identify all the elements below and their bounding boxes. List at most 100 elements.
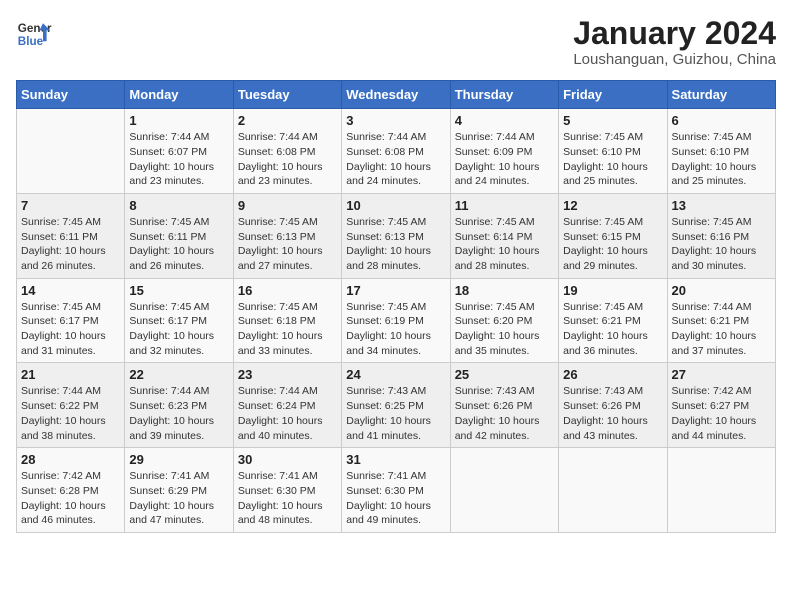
day-info: Sunrise: 7:45 AMSunset: 6:20 PMDaylight:…	[455, 300, 554, 359]
sunset-text: Sunset: 6:21 PM	[672, 314, 771, 329]
day-number: 5	[563, 113, 662, 128]
day-info: Sunrise: 7:41 AMSunset: 6:29 PMDaylight:…	[129, 469, 228, 528]
day-info: Sunrise: 7:44 AMSunset: 6:08 PMDaylight:…	[346, 130, 445, 189]
weekday-header-row: SundayMondayTuesdayWednesdayThursdayFrid…	[17, 81, 776, 109]
calendar-cell: 31Sunrise: 7:41 AMSunset: 6:30 PMDayligh…	[342, 448, 450, 533]
calendar-cell: 19Sunrise: 7:45 AMSunset: 6:21 PMDayligh…	[559, 278, 667, 363]
sunrise-text: Sunrise: 7:44 AM	[129, 384, 228, 399]
day-number: 20	[672, 283, 771, 298]
day-info: Sunrise: 7:45 AMSunset: 6:10 PMDaylight:…	[672, 130, 771, 189]
sunset-text: Sunset: 6:29 PM	[129, 484, 228, 499]
sunset-text: Sunset: 6:25 PM	[346, 399, 445, 414]
sunrise-text: Sunrise: 7:45 AM	[129, 215, 228, 230]
sunset-text: Sunset: 6:18 PM	[238, 314, 337, 329]
daylight-text: Daylight: 10 hours and 29 minutes.	[563, 244, 662, 273]
sunrise-text: Sunrise: 7:45 AM	[563, 130, 662, 145]
logo: General Blue	[16, 16, 52, 52]
daylight-text: Daylight: 10 hours and 25 minutes.	[563, 160, 662, 189]
sunset-text: Sunset: 6:08 PM	[238, 145, 337, 160]
calendar-cell: 11Sunrise: 7:45 AMSunset: 6:14 PMDayligh…	[450, 193, 558, 278]
calendar-cell	[667, 448, 775, 533]
day-number: 19	[563, 283, 662, 298]
sunrise-text: Sunrise: 7:45 AM	[563, 300, 662, 315]
day-info: Sunrise: 7:45 AMSunset: 6:19 PMDaylight:…	[346, 300, 445, 359]
day-number: 22	[129, 367, 228, 382]
weekday-header-wednesday: Wednesday	[342, 81, 450, 109]
weekday-header-friday: Friday	[559, 81, 667, 109]
sunset-text: Sunset: 6:16 PM	[672, 230, 771, 245]
sunset-text: Sunset: 6:19 PM	[346, 314, 445, 329]
day-info: Sunrise: 7:44 AMSunset: 6:07 PMDaylight:…	[129, 130, 228, 189]
sunset-text: Sunset: 6:26 PM	[563, 399, 662, 414]
week-row-1: 7 Sunrise: 7:45 AMSunset: 6:11 PMDaylight…	[17, 193, 776, 278]
sunrise-text: Sunrise: 7:45 AM	[21, 215, 120, 230]
day-number: 28	[21, 452, 120, 467]
sunrise-text: Sunrise: 7:45 AM	[238, 300, 337, 315]
sunrise-text: Sunrise: 7:42 AM	[21, 469, 120, 484]
sunset-text: Sunset: 6:14 PM	[455, 230, 554, 245]
sunset-text: Sunset: 6:22 PM	[21, 399, 120, 414]
calendar-cell: 4Sunrise: 7:44 AMSunset: 6:09 PMDaylight…	[450, 109, 558, 194]
day-number: 3	[346, 113, 445, 128]
sunrise-text: Sunrise: 7:41 AM	[238, 469, 337, 484]
calendar-cell: 18Sunrise: 7:45 AMSunset: 6:20 PMDayligh…	[450, 278, 558, 363]
day-number: 27	[672, 367, 771, 382]
svg-text:Blue: Blue	[18, 35, 44, 48]
calendar-cell: 25Sunrise: 7:43 AMSunset: 6:26 PMDayligh…	[450, 363, 558, 448]
sunrise-text: Sunrise: 7:45 AM	[238, 215, 337, 230]
daylight-text: Daylight: 10 hours and 30 minutes.	[672, 244, 771, 273]
daylight-text: Daylight: 10 hours and 34 minutes.	[346, 329, 445, 358]
daylight-text: Daylight: 10 hours and 24 minutes.	[455, 160, 554, 189]
subtitle: Loushanguan, Guizhou, China	[573, 51, 776, 68]
weekday-header-monday: Monday	[125, 81, 233, 109]
weekday-header-thursday: Thursday	[450, 81, 558, 109]
day-info: Sunrise: 7:45 AMSunset: 6:11 PMDaylight:…	[21, 215, 120, 274]
daylight-text: Daylight: 10 hours and 25 minutes.	[672, 160, 771, 189]
day-number: 24	[346, 367, 445, 382]
calendar-cell: 7 Sunrise: 7:45 AMSunset: 6:11 PMDaylight…	[17, 193, 125, 278]
day-info: Sunrise: 7:42 AMSunset: 6:27 PMDaylight:…	[672, 384, 771, 443]
calendar-cell: 13 Sunrise: 7:45 AMSunset: 6:16 PMDayligh…	[667, 193, 775, 278]
day-number: 11	[455, 198, 554, 213]
day-info: Sunrise: 7:44 AMSunset: 6:09 PMDaylight:…	[455, 130, 554, 189]
calendar-cell: 3 Sunrise: 7:44 AMSunset: 6:08 PMDaylight…	[342, 109, 450, 194]
calendar-cell	[559, 448, 667, 533]
sunrise-text: Sunrise: 7:43 AM	[563, 384, 662, 399]
calendar-cell: 14Sunrise: 7:45 AMSunset: 6:17 PMDayligh…	[17, 278, 125, 363]
daylight-text: Daylight: 10 hours and 26 minutes.	[129, 244, 228, 273]
sunset-text: Sunset: 6:10 PM	[672, 145, 771, 160]
day-number: 25	[455, 367, 554, 382]
day-info: Sunrise: 7:41 AMSunset: 6:30 PMDaylight:…	[238, 469, 337, 528]
daylight-text: Daylight: 10 hours and 23 minutes.	[129, 160, 228, 189]
sunrise-text: Sunrise: 7:45 AM	[346, 215, 445, 230]
day-number: 7	[21, 198, 120, 213]
week-row-0: 1Sunrise: 7:44 AMSunset: 6:07 PMDaylight…	[17, 109, 776, 194]
day-info: Sunrise: 7:41 AMSunset: 6:30 PMDaylight:…	[346, 469, 445, 528]
calendar-cell: 12Sunrise: 7:45 AMSunset: 6:15 PMDayligh…	[559, 193, 667, 278]
sunset-text: Sunset: 6:30 PM	[346, 484, 445, 499]
calendar-cell: 21Sunrise: 7:44 AMSunset: 6:22 PMDayligh…	[17, 363, 125, 448]
daylight-text: Daylight: 10 hours and 31 minutes.	[21, 329, 120, 358]
daylight-text: Daylight: 10 hours and 32 minutes.	[129, 329, 228, 358]
calendar-cell: 16Sunrise: 7:45 AMSunset: 6:18 PMDayligh…	[233, 278, 341, 363]
day-number: 13	[672, 198, 771, 213]
sunset-text: Sunset: 6:21 PM	[563, 314, 662, 329]
sunrise-text: Sunrise: 7:45 AM	[21, 300, 120, 315]
day-number: 16	[238, 283, 337, 298]
sunrise-text: Sunrise: 7:44 AM	[129, 130, 228, 145]
week-row-4: 28Sunrise: 7:42 AMSunset: 6:28 PMDayligh…	[17, 448, 776, 533]
day-number: 26	[563, 367, 662, 382]
day-info: Sunrise: 7:45 AMSunset: 6:16 PMDaylight:…	[672, 215, 771, 274]
calendar-cell: 5Sunrise: 7:45 AMSunset: 6:10 PMDaylight…	[559, 109, 667, 194]
sunrise-text: Sunrise: 7:44 AM	[21, 384, 120, 399]
sunrise-text: Sunrise: 7:45 AM	[455, 300, 554, 315]
day-info: Sunrise: 7:44 AMSunset: 6:21 PMDaylight:…	[672, 300, 771, 359]
day-info: Sunrise: 7:45 AMSunset: 6:13 PMDaylight:…	[346, 215, 445, 274]
calendar-cell: 6Sunrise: 7:45 AMSunset: 6:10 PMDaylight…	[667, 109, 775, 194]
daylight-text: Daylight: 10 hours and 35 minutes.	[455, 329, 554, 358]
sunrise-text: Sunrise: 7:45 AM	[563, 215, 662, 230]
daylight-text: Daylight: 10 hours and 46 minutes.	[21, 499, 120, 528]
daylight-text: Daylight: 10 hours and 42 minutes.	[455, 414, 554, 443]
calendar-cell: 10Sunrise: 7:45 AMSunset: 6:13 PMDayligh…	[342, 193, 450, 278]
sunrise-text: Sunrise: 7:43 AM	[346, 384, 445, 399]
